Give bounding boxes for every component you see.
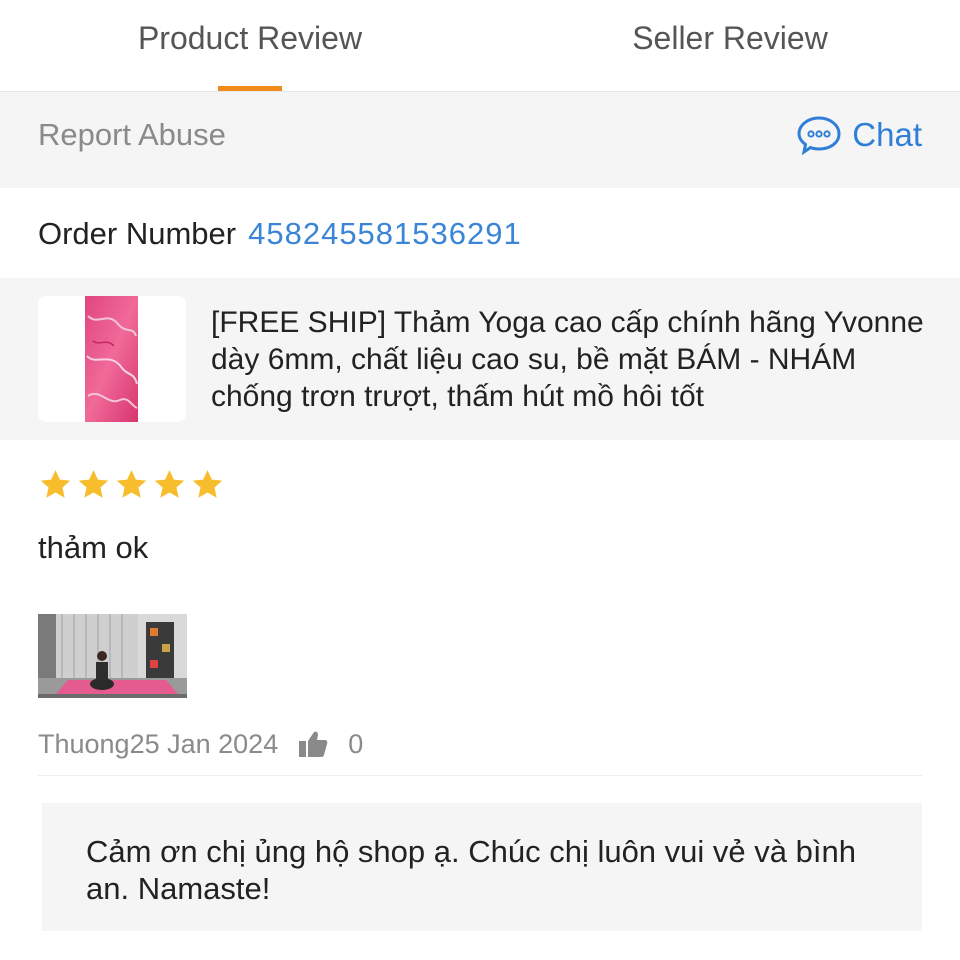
tab-product-review[interactable]: Product Review <box>10 0 490 92</box>
seller-reply: Cảm ơn chị ủng hộ shop ạ. Chúc chị luôn … <box>42 803 922 931</box>
review-photo[interactable] <box>38 614 187 698</box>
review-photo-image <box>38 614 187 698</box>
action-bar: Report Abuse Chat <box>0 92 960 188</box>
tab-seller-review[interactable]: Seller Review <box>490 0 960 92</box>
product-thumbnail <box>38 296 186 422</box>
star-icon <box>116 470 147 498</box>
order-number-row: Order Number 458245581536291 <box>38 188 522 278</box>
star-icon <box>192 470 223 498</box>
like-count: 0 <box>348 728 364 759</box>
star-icon <box>154 470 185 498</box>
yoga-mat-image <box>38 296 186 422</box>
review-tabs: Product Review Seller Review <box>0 0 960 92</box>
chat-button[interactable]: Chat <box>796 92 922 178</box>
star-icon <box>78 470 109 498</box>
report-abuse-link[interactable]: Report Abuse <box>38 92 226 178</box>
chat-label: Chat <box>852 116 922 153</box>
rating-stars <box>38 468 225 502</box>
like-button[interactable] <box>298 730 328 758</box>
star-icon <box>40 470 71 498</box>
seller-reply-text: Cảm ơn chị ủng hộ shop ạ. Chúc chị luôn … <box>86 834 856 906</box>
divider <box>38 775 922 776</box>
thumbs-up-icon <box>299 731 328 757</box>
review-text: thảm ok <box>38 530 149 565</box>
product-card[interactable]: [FREE SHIP] Thảm Yoga cao cấp chính hãng… <box>0 278 960 440</box>
product-title: [FREE SHIP] Thảm Yoga cao cấp chính hãng… <box>211 306 924 413</box>
review-author-date: Thuong25 Jan 2024 <box>38 728 279 759</box>
active-tab-indicator <box>218 86 282 91</box>
order-number-value[interactable]: 458245581536291 <box>248 216 522 251</box>
chat-bubble-icon <box>797 116 841 155</box>
order-number-label: Order Number <box>38 216 237 251</box>
review-meta: Thuong25 Jan 2024 0 <box>38 724 363 764</box>
